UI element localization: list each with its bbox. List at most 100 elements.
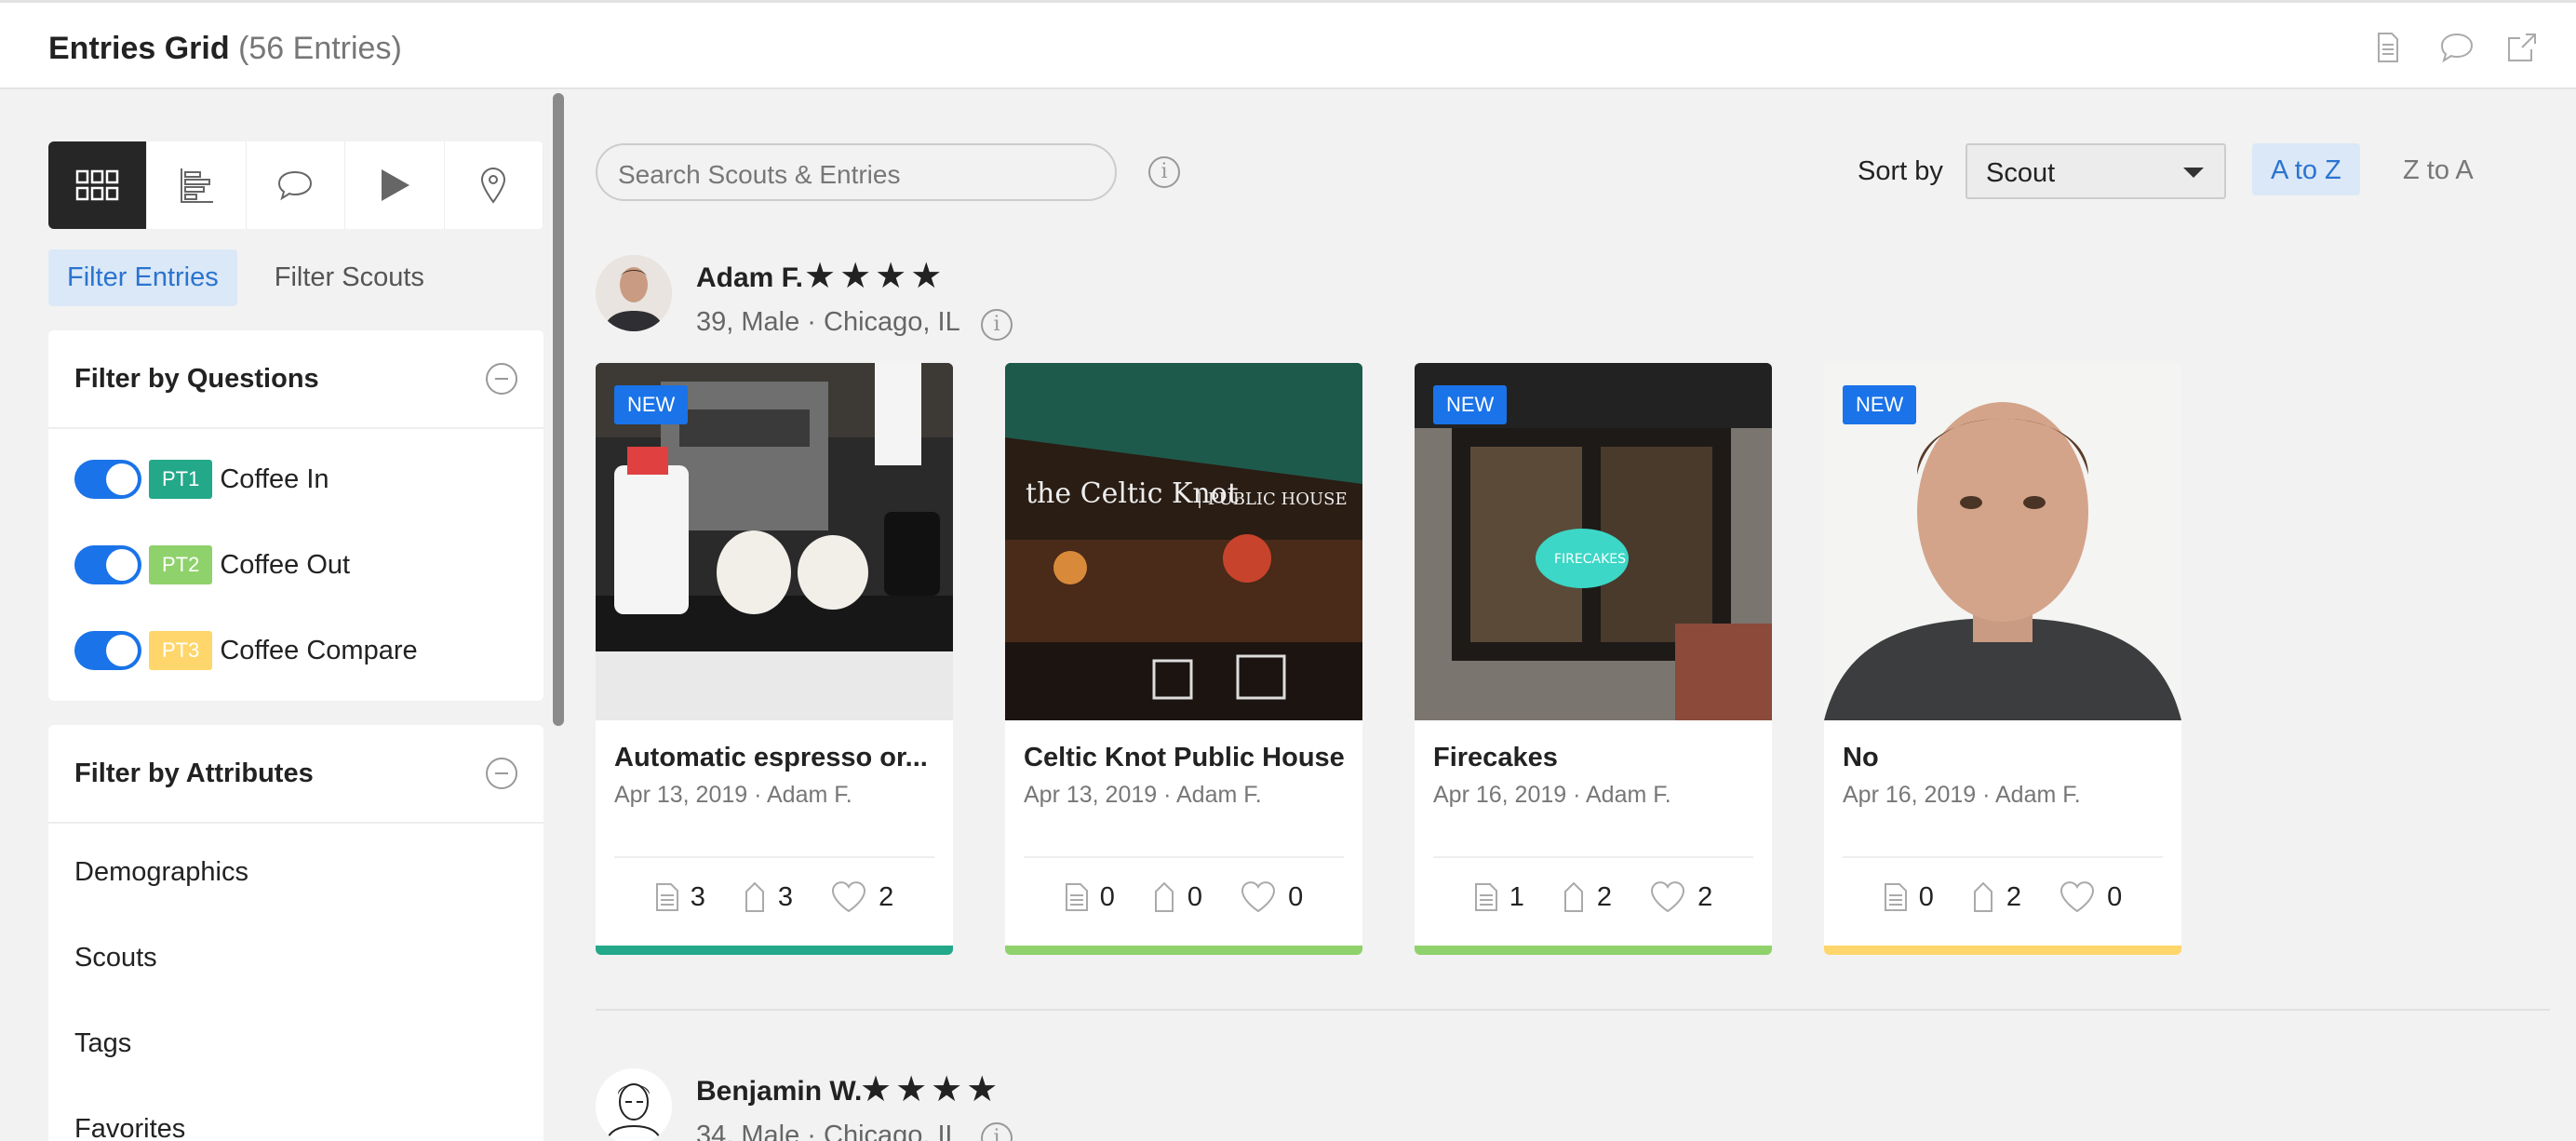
tags-count: 2 <box>1971 880 2021 914</box>
entry-image: the Celtic Knot | PUBLIC HOUSE <box>1005 363 1362 720</box>
question-label: Coffee Compare <box>220 635 418 665</box>
notes-icon <box>1884 883 1907 911</box>
entry-meta: Apr 13, 2019 · Adam F. <box>614 782 852 808</box>
tag-icon <box>745 881 764 912</box>
attribute-scouts[interactable]: Scouts <box>48 915 543 1000</box>
avatar[interactable] <box>596 1068 672 1141</box>
grid-icon <box>75 169 118 201</box>
heart-icon[interactable] <box>830 880 867 914</box>
filter-scouts-tab[interactable]: Filter Scouts <box>256 249 443 306</box>
document-icon[interactable] <box>2371 31 2405 64</box>
question-filter-row: PT3 Coffee Compare <box>48 608 543 693</box>
sort-selected-value: Scout <box>1986 158 2056 188</box>
tags-value: 2 <box>2006 881 2022 912</box>
map-view-tab[interactable] <box>445 141 543 229</box>
svg-text:FIRECAKES: FIRECAKES <box>1554 552 1626 567</box>
tags-count: 0 <box>1152 880 1202 914</box>
scout-name[interactable]: Benjamin W. <box>696 1076 862 1107</box>
entry-card[interactable]: the Celtic Knot | PUBLIC HOUSE Celtic Kno… <box>1005 363 1362 955</box>
likes-count: 2 <box>1649 880 1712 914</box>
grid-view-tab[interactable] <box>48 141 148 229</box>
notes-value: 0 <box>1918 881 1934 912</box>
entry-title: Celtic Knot Public House <box>1024 743 1345 772</box>
collapse-icon[interactable] <box>486 758 517 789</box>
notes-count: 0 <box>1065 880 1115 914</box>
likes-count: 2 <box>830 880 893 914</box>
tags-value: 2 <box>1596 881 1613 912</box>
share-icon[interactable] <box>2505 31 2539 64</box>
entry-title: Firecakes <box>1433 743 1558 772</box>
heart-icon[interactable] <box>1649 880 1686 914</box>
new-badge: NEW <box>1843 385 1917 424</box>
info-icon[interactable]: i <box>981 1122 1013 1141</box>
scout-demographics: 34, Male · Chicago, IL <box>696 1121 960 1141</box>
notes-icon <box>1474 883 1497 911</box>
question-tag: PT2 <box>149 545 213 584</box>
question-color-bar <box>1005 946 1362 955</box>
entry-card[interactable]: FIRECAKES NEW Firecakes Apr 16, 2019 · A… <box>1415 363 1772 955</box>
tag-icon <box>1154 881 1174 912</box>
chat-view-tab[interactable] <box>247 141 346 229</box>
heart-icon[interactable] <box>1240 880 1277 914</box>
tags-count: 2 <box>1562 880 1612 914</box>
attribute-tags[interactable]: Tags <box>48 1000 543 1086</box>
chat-icon <box>278 170 313 201</box>
location-pin-icon <box>481 168 506 204</box>
entry-card[interactable]: NEW Automatic espresso or... Apr 13, 201… <box>596 363 953 955</box>
play-icon <box>381 169 409 201</box>
sort-select[interactable]: Scout <box>1966 143 2226 199</box>
question-color-bar <box>596 946 953 955</box>
info-icon[interactable]: i <box>981 309 1013 341</box>
question-tag: PT1 <box>149 460 213 499</box>
notes-icon <box>655 883 678 911</box>
sort-a-to-z-button[interactable]: A to Z <box>2252 143 2360 195</box>
tags-value: 0 <box>1187 881 1203 912</box>
tags-count: 3 <box>743 880 793 914</box>
likes-value: 0 <box>1288 881 1304 912</box>
tag-icon <box>1973 881 1992 912</box>
question-toggle[interactable] <box>74 545 141 584</box>
filter-questions-title: Filter by Questions <box>74 363 319 394</box>
question-toggle[interactable] <box>74 460 141 499</box>
avatar[interactable] <box>596 255 672 331</box>
notes-count: 1 <box>1474 880 1524 914</box>
sidebar-scrollbar[interactable] <box>553 93 564 726</box>
chevron-down-icon <box>2183 168 2204 178</box>
notes-value: 0 <box>1099 881 1115 912</box>
question-toggle[interactable] <box>74 631 141 670</box>
attribute-favorites[interactable]: Favorites <box>48 1086 543 1141</box>
likes-value: 2 <box>879 881 894 912</box>
entry-meta: Apr 13, 2019 · Adam F. <box>1024 782 1262 808</box>
collapse-icon[interactable] <box>486 363 517 395</box>
sort-z-to-a-button[interactable]: Z to A <box>2384 143 2492 195</box>
filter-entries-tab[interactable]: Filter Entries <box>48 249 237 306</box>
question-filter-row: PT2 Coffee Out <box>48 522 543 608</box>
media-view-tab[interactable] <box>345 141 445 229</box>
filter-attributes-title: Filter by Attributes <box>74 758 314 788</box>
scout-demographics: 39, Male · Chicago, IL <box>696 307 960 337</box>
info-icon[interactable]: i <box>1148 156 1180 188</box>
question-filter-row: PT1 Coffee In <box>48 436 543 522</box>
entry-title: Automatic espresso or... <box>614 743 928 772</box>
list-view-tab[interactable] <box>147 141 247 229</box>
scout-name[interactable]: Adam F. <box>696 262 803 294</box>
entry-card[interactable]: NEW No Apr 16, 2019 · Adam F. 0 2 0 <box>1824 363 2181 955</box>
divider <box>596 1009 2550 1011</box>
entry-count: (56 Entries) <box>238 31 402 66</box>
star-rating: ★★★★ <box>860 1070 1002 1109</box>
sidebar: Filter Entries Filter Scouts Filter by Q… <box>48 141 543 1141</box>
entry-meta: Apr 16, 2019 · Adam F. <box>1843 782 2081 808</box>
notes-count: 0 <box>1884 880 1934 914</box>
search-input[interactable]: Search Scouts & Entries <box>596 143 1117 201</box>
question-tag: PT3 <box>149 631 213 670</box>
comment-icon[interactable] <box>2438 31 2474 64</box>
notes-value: 3 <box>690 881 705 912</box>
tag-icon <box>1563 881 1583 912</box>
heart-icon[interactable] <box>2059 880 2096 914</box>
question-label: Coffee Out <box>220 549 351 580</box>
new-badge: NEW <box>614 385 689 424</box>
entry-title: No <box>1843 743 1879 772</box>
tags-value: 3 <box>777 881 794 912</box>
likes-value: 0 <box>2107 881 2123 912</box>
attribute-demographics[interactable]: Demographics <box>48 829 543 915</box>
